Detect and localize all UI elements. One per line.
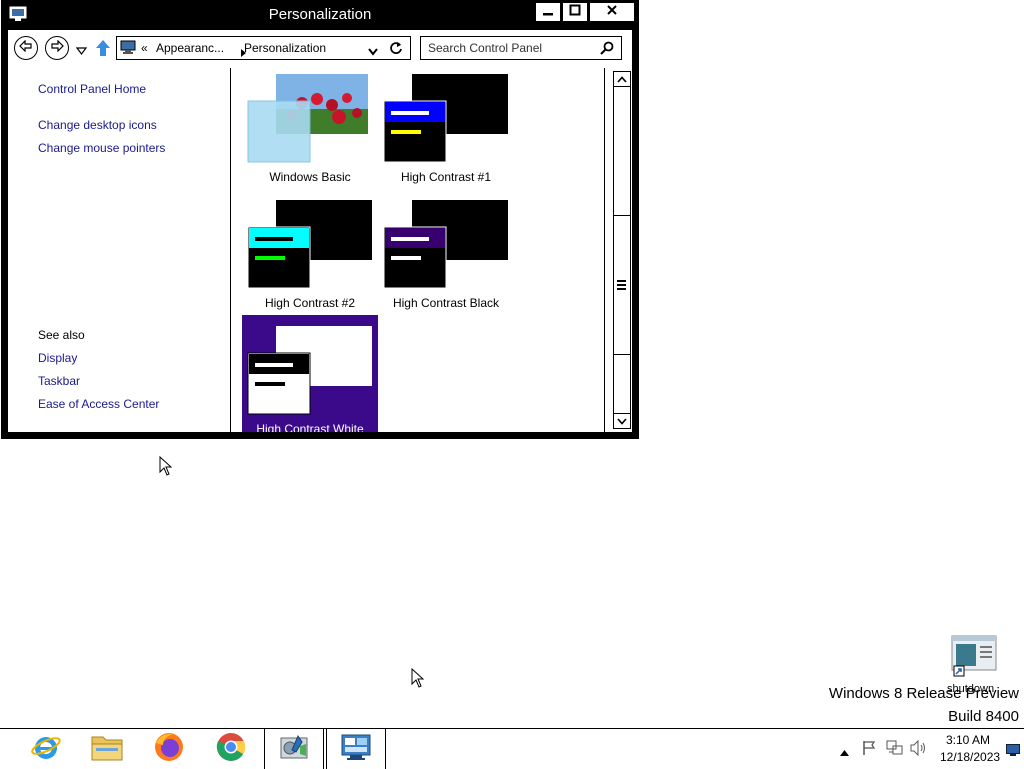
show-hidden-icons-icon[interactable] — [840, 743, 849, 761]
forward-arrow-icon — [50, 39, 64, 57]
control-panel-icon — [278, 732, 310, 767]
address-bar[interactable]: « Appearanc... Personalization — [116, 36, 411, 60]
address-segment-appearance[interactable]: Appearanc... — [156, 41, 224, 55]
os-version-watermark: Windows 8 Release Preview — [828, 685, 1019, 702]
address-segment-personalization[interactable]: Personalization — [244, 41, 326, 55]
title-bar[interactable]: Personalization — [1, 0, 639, 30]
internet-explorer-icon — [30, 731, 62, 768]
mouse-cursor-icon — [411, 667, 425, 693]
change-desktop-icons-link[interactable]: Change desktop icons — [38, 118, 157, 132]
search-input[interactable]: Search Control Panel — [428, 41, 542, 55]
taskbar: 3:10 AM 12/18/2023 — [0, 728, 1024, 769]
search-icon[interactable] — [600, 41, 614, 60]
chrome-taskbar-button[interactable] — [202, 731, 260, 767]
up-arrow-icon[interactable] — [95, 39, 111, 62]
personalization-taskbar-button[interactable] — [327, 731, 385, 767]
forward-button[interactable] — [45, 36, 69, 60]
task-pane: Control Panel Home Change desktop icons … — [8, 68, 231, 432]
high-contrast-2-thumbnail — [247, 200, 372, 289]
mouse-cursor-icon — [159, 455, 173, 481]
theme-label: High Contrast #1 — [400, 170, 492, 184]
close-button[interactable] — [589, 2, 635, 22]
network-icon[interactable] — [886, 740, 903, 761]
display-link[interactable]: Display — [38, 351, 77, 365]
chevron-down-icon — [617, 412, 627, 430]
high-contrast-black-thumbnail — [383, 200, 508, 289]
windows-basic-thumbnail — [247, 74, 368, 163]
maximize-button[interactable] — [562, 2, 588, 22]
search-box[interactable]: Search Control Panel — [420, 36, 622, 60]
taskbar-separator — [385, 729, 386, 769]
theme-label: High Contrast Black — [392, 296, 500, 310]
minimize-button[interactable] — [535, 2, 561, 22]
close-icon — [606, 3, 618, 21]
ease-of-access-center-link[interactable]: Ease of Access Center — [38, 397, 159, 411]
taskbar-link[interactable]: Taskbar — [38, 374, 80, 388]
shortcut-window-icon — [951, 635, 997, 677]
window-content: Control Panel Home Change desktop icons … — [8, 68, 632, 432]
control-panel-location-icon — [120, 40, 136, 60]
chevron-up-icon — [617, 70, 627, 88]
chrome-icon — [215, 731, 247, 768]
change-mouse-pointers-link[interactable]: Change mouse pointers — [38, 141, 165, 155]
clock-date[interactable]: 12/18/2023 — [940, 750, 1000, 764]
back-button[interactable] — [14, 36, 38, 60]
control-panel-taskbar-button[interactable] — [265, 731, 323, 767]
theme-high-contrast-black[interactable]: High Contrast Black — [378, 194, 514, 316]
volume-icon[interactable] — [910, 739, 927, 761]
show-desktop-icon[interactable] — [1006, 743, 1020, 756]
file-explorer-icon — [90, 732, 124, 767]
build-number-watermark: Build 8400 — [948, 708, 1019, 725]
high-contrast-white-thumbnail — [247, 326, 372, 415]
firefox-icon — [153, 731, 185, 768]
grip-icon — [617, 280, 626, 292]
minimize-icon — [542, 3, 554, 21]
theme-label: High Contrast #2 — [264, 296, 356, 310]
internet-explorer-taskbar-button[interactable] — [17, 731, 75, 767]
file-explorer-taskbar-button[interactable] — [78, 731, 136, 767]
theme-label: Windows Basic — [269, 170, 351, 184]
high-contrast-1-thumbnail — [383, 74, 508, 163]
personalization-icon — [340, 732, 372, 767]
taskbar-separator — [323, 729, 324, 769]
chevron-down-icon[interactable] — [368, 43, 378, 61]
personalization-window: Personalization « Appearanc... Personali… — [1, 0, 639, 439]
navigation-bar: « Appearanc... Personalization Search Co… — [8, 30, 632, 68]
scroll-up-button[interactable] — [613, 71, 631, 87]
address-overflow-chevron[interactable]: « — [141, 41, 148, 55]
see-also-heading: See also — [38, 328, 85, 342]
theme-high-contrast-2[interactable]: High Contrast #2 — [242, 194, 378, 316]
theme-label: High Contrast White — [256, 422, 364, 432]
firefox-taskbar-button[interactable] — [140, 731, 198, 767]
theme-high-contrast-1[interactable]: High Contrast #1 — [378, 68, 514, 190]
back-arrow-icon — [19, 39, 33, 57]
control-panel-home-link[interactable]: Control Panel Home — [38, 82, 146, 96]
vertical-scrollbar[interactable] — [604, 68, 632, 432]
clock-time[interactable]: 3:10 AM — [946, 733, 990, 747]
maximize-icon — [569, 3, 581, 21]
refresh-icon[interactable] — [389, 41, 403, 60]
theme-high-contrast-white[interactable]: High Contrast White — [242, 315, 378, 432]
recent-locations-dropdown-icon[interactable] — [75, 42, 88, 60]
scrollbar-thumb[interactable] — [613, 215, 631, 355]
theme-windows-basic[interactable]: Windows Basic — [242, 68, 378, 190]
theme-gallery: Windows Basic High Contrast #1 High Cont… — [232, 68, 603, 432]
scroll-down-button[interactable] — [613, 413, 631, 429]
action-center-flag-icon[interactable] — [861, 740, 877, 761]
